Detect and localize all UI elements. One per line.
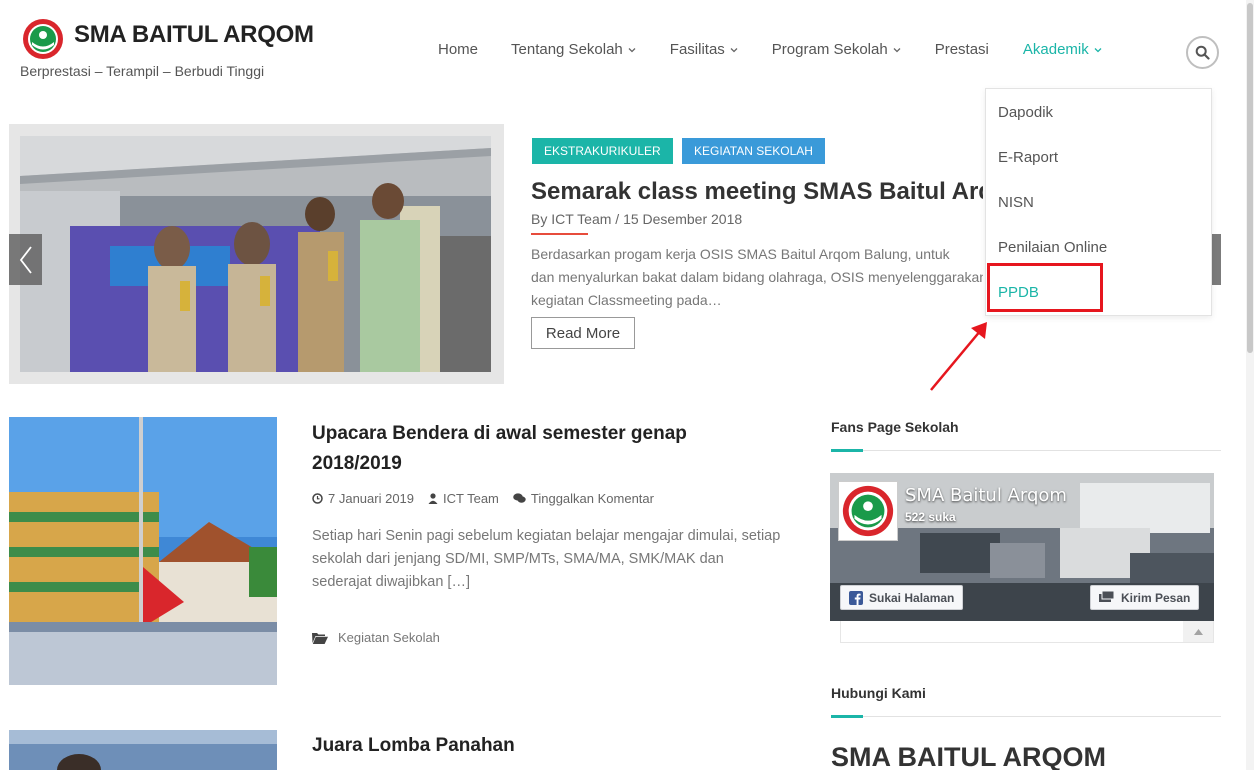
slide-excerpt-line: kegiatan Classmeeting pada… — [531, 292, 722, 308]
slide-excerpt-line: Berdasarkan progam kerja OSIS SMAS Baitu… — [531, 246, 950, 262]
post-title[interactable]: Juara Lomba Panahan — [312, 731, 515, 761]
main-nav: Home Tentang Sekolah Fasilitas Program S… — [438, 41, 1102, 58]
nav-home[interactable]: Home — [438, 41, 478, 58]
slide-title-underline — [531, 233, 588, 235]
facebook-send-message-button[interactable]: Kirim Pesan — [1090, 585, 1200, 610]
facebook-widget-scrollbar[interactable] — [840, 621, 1214, 643]
ppdb-highlight-box — [987, 263, 1103, 312]
facebook-page-likes: 522 suka — [905, 510, 956, 524]
triangle-up-icon — [1193, 628, 1203, 635]
nav-akademik[interactable]: Akademik — [1023, 41, 1102, 58]
widget-accent-line — [831, 449, 863, 452]
post-category-text: Kegiatan Sekolah — [338, 630, 440, 645]
post-author[interactable]: ICT Team — [428, 491, 499, 506]
nav-prestasi[interactable]: Prestasi — [935, 41, 989, 58]
post-title-line: Upacara Bendera di awal semester genap — [312, 423, 687, 444]
site-title[interactable]: SMA BAITUL ARQOM — [74, 21, 314, 49]
post-thumbnail[interactable] — [9, 730, 277, 770]
nav-prestasi-label: Prestasi — [934, 41, 989, 58]
nav-home-label: Home — [438, 41, 479, 58]
annotation-arrow-icon — [930, 322, 987, 391]
nav-fasilitas-label: Fasilitas — [669, 41, 725, 58]
chevron-left-icon — [19, 245, 32, 274]
nav-program-sekolah-label: Program Sekolah — [771, 41, 888, 58]
contact-school-name: SMA BAITUL ARQOM — [831, 742, 1106, 770]
post-date[interactable]: 7 Januari 2019 — [312, 491, 414, 506]
menu-item-nisn[interactable]: NISN — [998, 194, 1034, 211]
nav-akademik-label: Akademik — [1022, 41, 1089, 58]
read-more-button[interactable]: Read More — [531, 317, 635, 349]
menu-item-e-raport[interactable]: E-Raport — [998, 149, 1058, 166]
widget-divider — [831, 450, 1221, 451]
page-scrollbar-thumb[interactable] — [1247, 3, 1253, 353]
slide-title[interactable]: Semarak class meeting SMAS Baitul Arqom — [531, 178, 983, 206]
nav-tentang-sekolah-label: Tentang Sekolah — [511, 41, 623, 58]
nav-tentang-sekolah[interactable]: Tentang Sekolah — [511, 41, 636, 58]
nav-program-sekolah[interactable]: Program Sekolah — [772, 41, 901, 58]
comments-icon — [513, 493, 526, 503]
chevron-down-icon — [730, 47, 738, 52]
menu-item-dapodik[interactable]: Dapodik — [998, 104, 1053, 121]
clock-icon — [312, 493, 323, 504]
slide-excerpt-line: dan menyalurkan bakat dalam bidang olahr… — [531, 269, 983, 285]
nav-fasilitas[interactable]: Fasilitas — [670, 41, 738, 58]
tag-ekstrakurikuler[interactable]: EKSTRAKURIKULER — [532, 138, 673, 164]
facebook-page-avatar[interactable] — [838, 481, 898, 541]
post-comments-text: Tinggalkan Komentar — [530, 491, 654, 506]
facebook-like-page-label: Sukai Halaman — [869, 590, 955, 605]
search-icon — [1195, 45, 1210, 60]
tag-kegiatan-sekolah[interactable]: KEGIATAN SEKOLAH — [682, 138, 825, 164]
post-category[interactable]: Kegiatan Sekolah — [312, 630, 440, 645]
chevron-down-icon — [628, 47, 636, 52]
slide-meta: By ICT Team / 15 Desember 2018 — [531, 211, 743, 227]
slide-excerpt: Berdasarkan progam kerja OSIS SMAS Baitu… — [531, 243, 983, 312]
widget-divider — [831, 716, 1221, 717]
post-excerpt: Setiap hari Senin pagi sebelum kegiatan … — [312, 528, 781, 590]
facebook-icon — [849, 590, 863, 605]
featured-slide-image[interactable] — [20, 136, 491, 372]
facebook-send-message-label: Kirim Pesan — [1121, 590, 1191, 605]
chevron-down-icon — [893, 47, 901, 52]
message-icon — [1099, 591, 1115, 602]
scroll-up-button[interactable] — [1183, 621, 1213, 642]
facebook-like-page-button[interactable]: Sukai Halaman — [840, 585, 964, 610]
post-date-text: 7 Januari 2019 — [328, 491, 415, 506]
post-title[interactable]: Upacara Bendera di awal semester genap 2… — [312, 419, 687, 479]
post-meta: 7 Januari 2019 ICT Team Tinggalkan Komen… — [312, 491, 668, 506]
widget-title-fanspage: Fans Page Sekolah — [831, 419, 959, 435]
school-logo[interactable] — [22, 18, 64, 60]
post-thumbnail[interactable] — [9, 417, 277, 685]
folder-open-icon — [312, 632, 328, 644]
search-button[interactable] — [1186, 36, 1219, 69]
site-tagline: Berprestasi – Terampil – Berbudi Tinggi — [20, 63, 265, 79]
post-comments-link[interactable]: Tinggalkan Komentar — [513, 491, 654, 506]
menu-item-penilaian-online[interactable]: Penilaian Online — [998, 239, 1107, 256]
widget-title-contact: Hubungi Kami — [831, 685, 926, 701]
user-icon — [428, 493, 438, 504]
widget-accent-line — [831, 715, 863, 718]
page-scrollbar[interactable] — [1246, 0, 1254, 770]
post-title-line: 2018/2019 — [312, 453, 402, 474]
slider-prev-button[interactable] — [9, 234, 42, 285]
facebook-page-name[interactable]: SMA Baitul Arqom — [905, 485, 1067, 506]
post-author-text: ICT Team — [443, 491, 499, 506]
chevron-down-icon — [1094, 47, 1102, 52]
